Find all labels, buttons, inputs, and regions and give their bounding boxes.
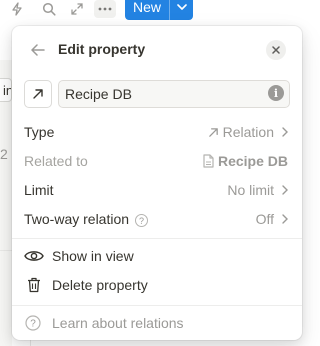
- more-icon[interactable]: [94, 0, 116, 18]
- search-icon[interactable]: [38, 0, 60, 18]
- svg-text:?: ?: [30, 319, 36, 330]
- limit-value: No limit: [227, 182, 288, 198]
- info-icon[interactable]: i: [268, 85, 284, 101]
- help-circle-icon: ?: [24, 314, 42, 332]
- related-to-label: Related to: [24, 153, 88, 169]
- chevron-right-icon: [282, 214, 288, 224]
- popover-header: Edit property: [12, 26, 302, 72]
- new-button-label[interactable]: New: [125, 0, 170, 20]
- type-label: Type: [24, 124, 55, 140]
- arrow-up-right-icon: [208, 127, 218, 137]
- edit-property-popover: Edit property i Type Relation Related to…: [12, 26, 302, 340]
- background-page: [0, 60, 12, 346]
- close-icon[interactable]: [266, 40, 286, 60]
- trash-icon: [24, 276, 44, 294]
- background-input-fragment: in: [0, 78, 12, 102]
- property-name-input[interactable]: [58, 80, 290, 108]
- related-to-value-text: Recipe DB: [217, 153, 288, 169]
- expand-icon[interactable]: [66, 0, 88, 18]
- popover-title: Edit property: [58, 41, 146, 57]
- property-type-icon-button[interactable]: [24, 80, 52, 108]
- two-way-relation-label-wrap: Two-way relation?: [24, 210, 149, 228]
- learn-about-relations-link[interactable]: Learn about relations: [52, 315, 184, 331]
- limit-label: Limit: [24, 182, 54, 198]
- type-row[interactable]: Type Relation: [12, 118, 302, 146]
- type-value: Relation: [208, 124, 288, 140]
- type-value-text: Relation: [222, 124, 274, 140]
- arrow-up-right-icon: [33, 89, 43, 99]
- chevron-right-icon: [282, 185, 288, 195]
- eye-icon: [24, 247, 44, 265]
- two-way-relation-value: Off: [256, 211, 288, 227]
- chevron-right-icon: [282, 127, 288, 137]
- delete-property-label: Delete property: [52, 277, 148, 293]
- back-arrow-icon[interactable]: [28, 40, 48, 60]
- limit-row[interactable]: Limit No limit: [12, 176, 302, 204]
- related-to-row: Related to Recipe DB: [12, 147, 302, 175]
- two-way-relation-label: Two-way relation: [24, 210, 130, 227]
- lightning-icon[interactable]: [6, 0, 28, 18]
- delete-property-button[interactable]: Delete property: [12, 271, 302, 299]
- show-in-view-label: Show in view: [52, 248, 134, 264]
- divider: [12, 238, 302, 239]
- limit-value-text: No limit: [227, 182, 274, 198]
- page-icon: [203, 154, 214, 168]
- new-button[interactable]: New: [125, 0, 193, 20]
- two-way-relation-value-text: Off: [255, 211, 274, 227]
- show-in-view-button[interactable]: Show in view: [12, 242, 302, 270]
- help-icon[interactable]: ?: [135, 214, 149, 228]
- divider: [12, 305, 302, 306]
- related-to-value: Recipe DB: [202, 153, 288, 169]
- background-divider: [0, 250, 12, 251]
- background-number-fragment: 2: [0, 146, 8, 162]
- chevron-down-icon[interactable]: [170, 0, 193, 20]
- two-way-relation-row[interactable]: Two-way relation? Off: [12, 205, 302, 233]
